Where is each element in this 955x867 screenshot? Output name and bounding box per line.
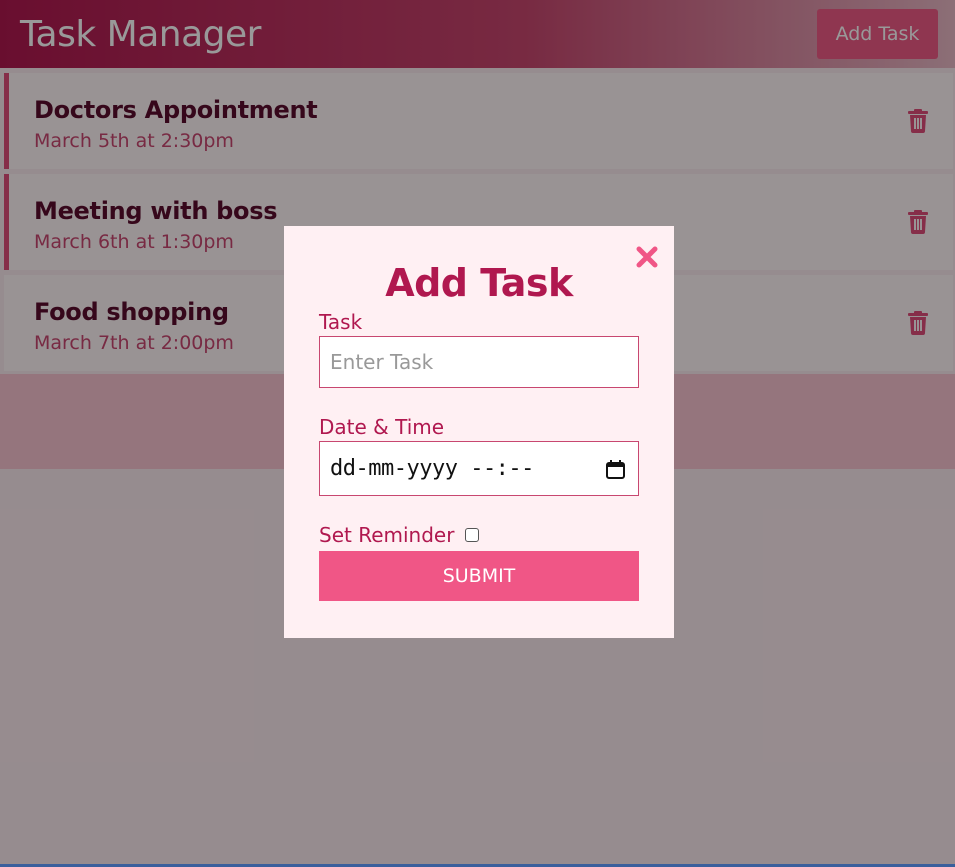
submit-button[interactable]: SUBMIT <box>319 551 639 601</box>
task-input[interactable] <box>319 336 639 388</box>
calendar-icon[interactable] <box>606 460 625 479</box>
reminder-row: Set Reminder <box>319 522 639 548</box>
reminder-label: Set Reminder <box>319 523 455 547</box>
datetime-input[interactable]: dd-mm-yyyy --:-- <box>319 441 639 496</box>
modal-title: Add Task <box>385 261 573 305</box>
reminder-checkbox[interactable] <box>465 528 480 542</box>
task-label: Task <box>319 310 363 334</box>
close-icon[interactable] <box>635 245 659 269</box>
add-task-modal: Add Task Task Date & Time dd-mm-yyyy --:… <box>284 226 674 638</box>
datetime-label: Date & Time <box>319 415 445 439</box>
datetime-value: dd-mm-yyyy --:-- <box>330 456 534 481</box>
